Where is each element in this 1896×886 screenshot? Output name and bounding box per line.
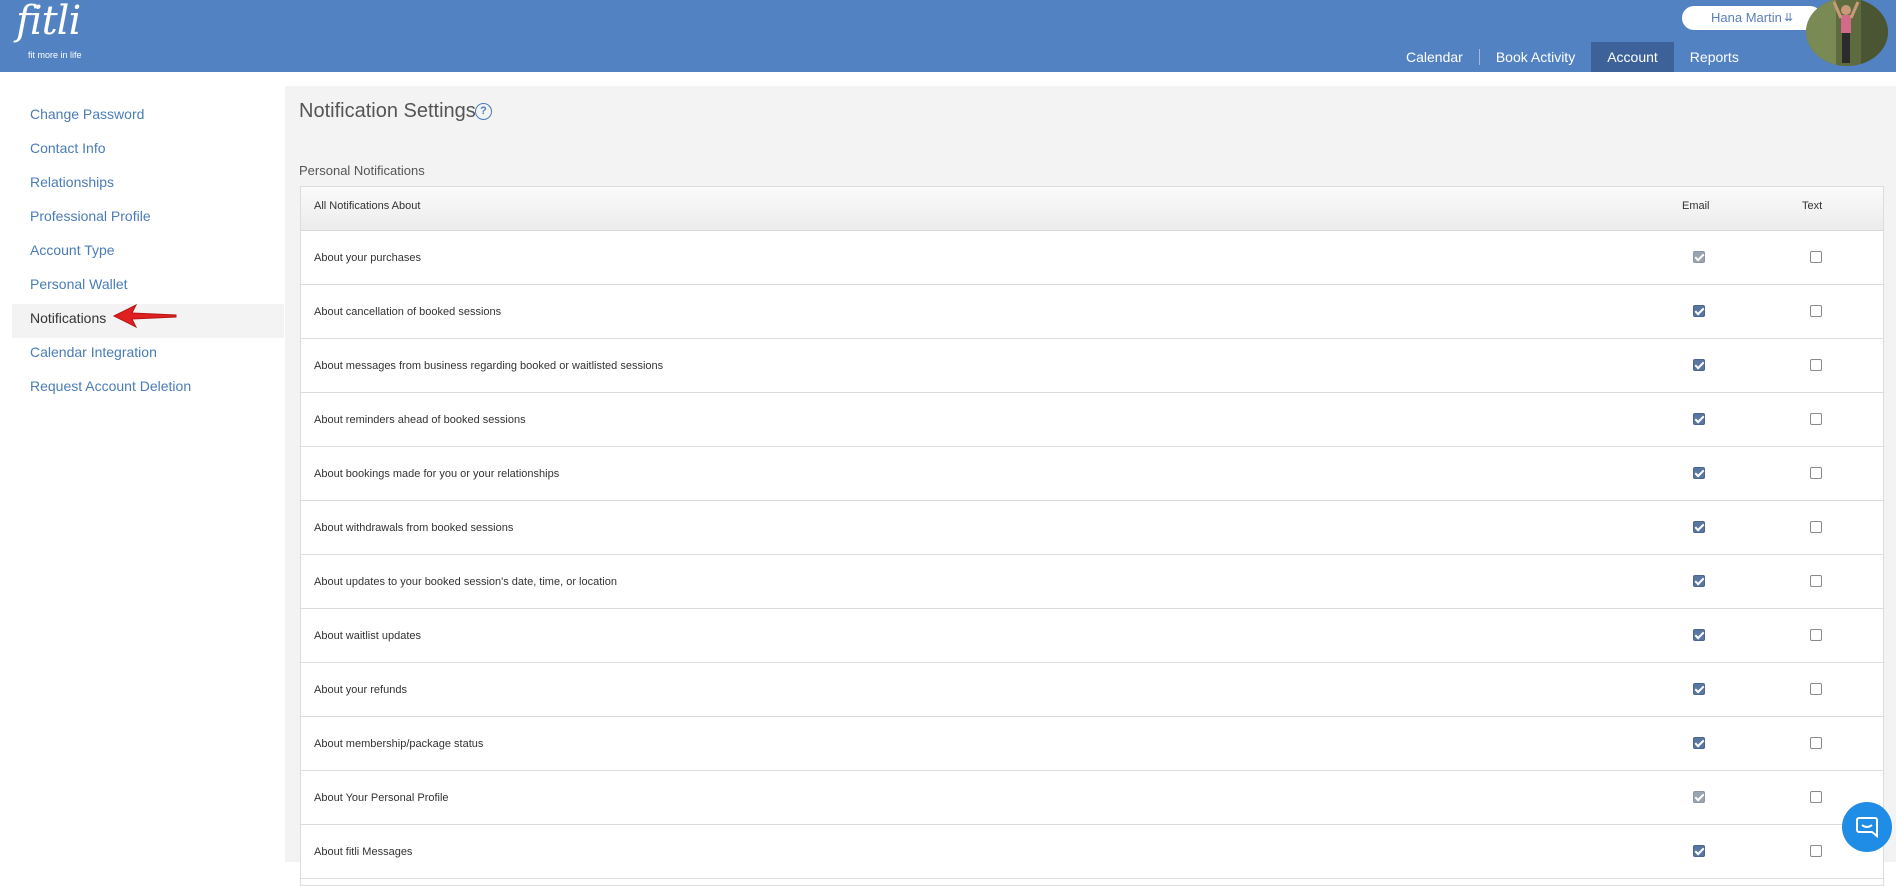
table-row: About messages from business regarding b…	[301, 339, 1883, 393]
email-checkbox[interactable]	[1693, 359, 1705, 371]
table-row: About Your Personal Profile	[301, 771, 1883, 825]
text-checkbox[interactable]	[1810, 791, 1822, 803]
email-checkbox[interactable]	[1693, 737, 1705, 749]
main-content: Notification Settings ? Personal Notific…	[285, 86, 1896, 886]
nav-account[interactable]: Account	[1591, 42, 1674, 72]
notification-label: About messages from business regarding b…	[314, 360, 664, 372]
main-nav: Calendar Book Activity Account Reports	[1390, 42, 1755, 72]
text-checkbox[interactable]	[1810, 737, 1822, 749]
chat-button[interactable]	[1842, 802, 1892, 852]
notification-label: About your refunds	[314, 684, 407, 696]
nav-calendar[interactable]: Calendar	[1390, 42, 1479, 72]
notification-label: About withdrawals from booked sessions	[314, 522, 514, 534]
table-row: About your purchases	[301, 231, 1883, 285]
email-checkbox[interactable]	[1693, 467, 1705, 479]
text-checkbox[interactable]	[1810, 467, 1822, 479]
text-checkbox[interactable]	[1810, 359, 1822, 371]
email-checkbox[interactable]	[1693, 413, 1705, 425]
email-checkbox[interactable]	[1693, 305, 1705, 317]
logo-tagline: fit more in life	[28, 50, 82, 60]
table-row: About fitli Messages	[301, 825, 1883, 879]
text-checkbox[interactable]	[1810, 575, 1822, 587]
avatar[interactable]	[1806, 0, 1888, 66]
sidebar-item-relationships[interactable]: Relationships	[12, 168, 284, 202]
nav-reports[interactable]: Reports	[1674, 42, 1755, 72]
email-checkbox[interactable]	[1693, 791, 1705, 803]
notification-label: About membership/package status	[314, 738, 484, 750]
text-checkbox[interactable]	[1810, 629, 1822, 641]
table-row: About withdrawals from booked sessions	[301, 501, 1883, 555]
table-row: About waitlist updates	[301, 609, 1883, 663]
sidebar-item-calendar-integration[interactable]: Calendar Integration	[12, 338, 284, 372]
logo-wordmark: fitli	[16, 0, 81, 44]
table-row: About reminders ahead of booked sessions	[301, 393, 1883, 447]
email-checkbox[interactable]	[1693, 575, 1705, 587]
notifications-table: All Notifications About Email Text About…	[300, 186, 1884, 886]
text-checkbox[interactable]	[1810, 521, 1822, 533]
text-checkbox[interactable]	[1810, 845, 1822, 857]
text-checkbox[interactable]	[1810, 683, 1822, 695]
top-header: fitli fit more in life Hana Martin ⇊ Cal…	[0, 0, 1896, 72]
section-title: Personal Notifications	[299, 163, 425, 178]
double-chevron-down-icon: ⇊	[1784, 12, 1794, 24]
chat-bubble-icon	[1856, 817, 1878, 839]
fitli-logo[interactable]: fitli fit more in life	[12, 0, 92, 64]
notification-label: About updates to your booked session's d…	[314, 576, 617, 588]
notification-label: About reminders ahead of booked sessions	[314, 414, 526, 426]
email-checkbox[interactable]	[1693, 251, 1705, 263]
notification-label: About fitli Messages	[314, 846, 413, 858]
user-name: Hana Martin	[1711, 10, 1782, 25]
notification-label: About bookings made for you or your rela…	[314, 468, 560, 480]
sidebar-item-personal-wallet[interactable]: Personal Wallet	[12, 270, 284, 304]
notification-label: About waitlist updates	[314, 630, 422, 642]
user-menu-button[interactable]: Hana Martin ⇊	[1682, 6, 1822, 30]
email-checkbox[interactable]	[1693, 845, 1705, 857]
table-row: About cancellation of booked sessions	[301, 285, 1883, 339]
sidebar-item-professional-profile[interactable]: Professional Profile	[12, 202, 284, 236]
table-row: About bookings made for you or your rela…	[301, 447, 1883, 501]
column-header-email: Email	[1682, 200, 1710, 212]
notification-label: About cancellation of booked sessions	[314, 306, 502, 318]
email-checkbox[interactable]	[1693, 629, 1705, 641]
column-header-text: Text	[1802, 200, 1823, 212]
table-header: All Notifications About Email Text	[301, 187, 1883, 231]
text-checkbox[interactable]	[1810, 305, 1822, 317]
notification-label: About Your Personal Profile	[314, 792, 449, 804]
column-header-notification: All Notifications About	[314, 200, 421, 212]
sidebar-item-change-password[interactable]: Change Password	[12, 100, 284, 134]
text-checkbox[interactable]	[1810, 413, 1822, 425]
email-checkbox[interactable]	[1693, 521, 1705, 533]
table-row: About your refunds	[301, 663, 1883, 717]
sidebar-item-contact-info[interactable]: Contact Info	[12, 134, 284, 168]
notification-label: About your purchases	[314, 252, 422, 264]
account-sidebar: Change Password Contact Info Relationshi…	[12, 100, 284, 406]
text-checkbox[interactable]	[1810, 251, 1822, 263]
email-checkbox[interactable]	[1693, 683, 1705, 695]
table-body: About your purchases About cancellation o…	[301, 231, 1883, 879]
nav-book-activity[interactable]: Book Activity	[1480, 42, 1591, 72]
page-title: Notification Settings	[299, 100, 476, 122]
table-row: About updates to your booked session's d…	[301, 555, 1883, 609]
sidebar-item-request-account-deletion[interactable]: Request Account Deletion	[12, 372, 284, 406]
table-row: About membership/package status	[301, 717, 1883, 771]
sidebar-item-account-type[interactable]: Account Type	[12, 236, 284, 270]
red-arrow-annotation-icon	[112, 303, 177, 329]
question-circle-icon[interactable]: ?	[475, 103, 492, 120]
